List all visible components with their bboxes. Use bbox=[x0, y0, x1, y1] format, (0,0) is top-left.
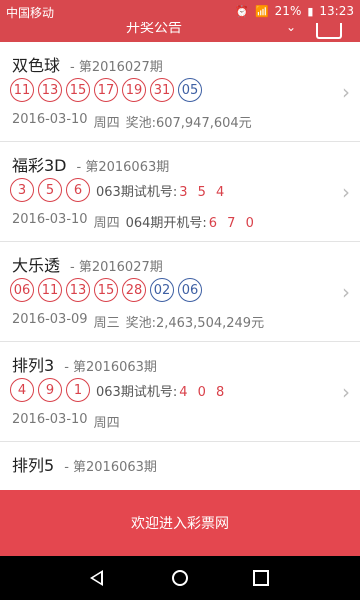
red-ball: 11 bbox=[38, 278, 62, 302]
lottery-card-pl3[interactable]: 排列3 - 第2016063期 4 9 1 063期试机号: 4 0 8 2016… bbox=[0, 342, 360, 442]
name-row: 福彩3D - 第2016063期 bbox=[12, 152, 169, 176]
chevron-right-icon: › bbox=[342, 180, 350, 204]
blue-ball: 02 bbox=[150, 278, 174, 302]
chevron-down-icon[interactable]: ⌄ bbox=[286, 20, 296, 34]
lottery-name: 双色球 bbox=[12, 56, 61, 75]
red-ball: 5 bbox=[38, 178, 62, 202]
blue-ball: 05 bbox=[178, 78, 202, 102]
lottery-issue: - 第2016063期 bbox=[76, 160, 170, 175]
name-row: 大乐透 - 第2016027期 bbox=[12, 252, 163, 276]
name-row: 双色球 - 第2016027期 bbox=[12, 52, 163, 76]
chevron-right-icon: › bbox=[342, 280, 350, 304]
trial-label: 063期试机号: bbox=[96, 384, 178, 400]
red-ball: 15 bbox=[66, 78, 90, 102]
red-ball: 9 bbox=[38, 378, 62, 402]
red-ball: 11 bbox=[10, 78, 34, 102]
meta-row: 2016-03-10 周四 bbox=[12, 412, 120, 431]
draw-date: 2016-03-10 bbox=[12, 112, 88, 127]
banner-text: 欢迎进入彩票网 bbox=[131, 516, 229, 532]
red-ball: 31 bbox=[150, 78, 174, 102]
lottery-name: 大乐透 bbox=[12, 256, 61, 275]
ball-row: 3 5 6 063期试机号: 3 5 4 bbox=[10, 178, 227, 202]
lottery-issue: - 第2016063期 bbox=[64, 360, 157, 375]
draw-weekday: 周四 bbox=[93, 216, 120, 231]
trial-info: 063期试机号: 3 5 4 bbox=[96, 181, 227, 200]
open-info: 064期开机号: 6 7 0 bbox=[126, 212, 257, 231]
red-ball: 13 bbox=[38, 78, 62, 102]
lottery-card-3d[interactable]: 福彩3D - 第2016063期 3 5 6 063期试机号: 3 5 4 201… bbox=[0, 142, 360, 242]
draw-weekday: 周四 bbox=[93, 416, 120, 431]
red-ball: 6 bbox=[66, 178, 90, 202]
status-bar: 中国移动 ⏰ 📶 21% ▮ 13:23 bbox=[0, 0, 360, 22]
status-right: ⏰ 📶 21% ▮ 13:23 bbox=[235, 4, 354, 18]
draw-date: 2016-03-10 bbox=[12, 212, 88, 227]
blue-ball: 06 bbox=[178, 278, 202, 302]
red-ball: 15 bbox=[94, 278, 118, 302]
chevron-right-icon: › bbox=[342, 380, 350, 404]
red-ball: 19 bbox=[122, 78, 146, 102]
welcome-banner[interactable]: 欢迎进入彩票网 bbox=[0, 490, 360, 556]
trial-info: 063期试机号: 4 0 8 bbox=[96, 381, 227, 400]
name-row: 排列5 - 第2016063期 bbox=[12, 452, 157, 476]
meta-row: 2016-03-10 周四 奖池:607,947,604元 bbox=[12, 112, 252, 131]
red-ball: 3 bbox=[10, 178, 34, 202]
name-row: 排列3 - 第2016063期 bbox=[12, 352, 157, 376]
chevron-right-icon: › bbox=[342, 80, 350, 104]
lottery-name: 排列3 bbox=[12, 356, 55, 375]
draw-weekday: 周三 bbox=[93, 316, 120, 331]
lottery-name: 排列5 bbox=[12, 456, 55, 475]
ball-row: 4 9 1 063期试机号: 4 0 8 bbox=[10, 378, 227, 402]
trial-numbers: 3 5 4 bbox=[179, 184, 228, 200]
trial-numbers: 4 0 8 bbox=[179, 384, 228, 400]
red-ball: 28 bbox=[122, 278, 146, 302]
carrier-label: 中国移动 bbox=[6, 6, 55, 20]
page-title: 开奖公告 bbox=[126, 22, 182, 36]
battery-icon: ▮ bbox=[307, 4, 314, 18]
lottery-issue: - 第2016027期 bbox=[70, 60, 163, 75]
prize-pool: 奖池:607,947,604元 bbox=[125, 116, 252, 131]
lottery-issue: - 第2016063期 bbox=[64, 460, 157, 475]
lottery-issue: - 第2016027期 bbox=[70, 260, 163, 275]
draw-date: 2016-03-10 bbox=[12, 412, 88, 427]
red-ball: 13 bbox=[66, 278, 90, 302]
meta-row: 2016-03-09 周三 奖池:2,463,504,249元 bbox=[12, 312, 264, 331]
prize-pool: 奖池:2,463,504,249元 bbox=[125, 316, 265, 331]
open-label: 064期开机号: bbox=[125, 216, 207, 231]
meta-row: 2016-03-10 周四 064期开机号: 6 7 0 bbox=[12, 212, 257, 231]
wifi-icon: 📶 bbox=[254, 4, 269, 18]
lottery-name: 福彩3D bbox=[12, 156, 67, 175]
lottery-card-ssq[interactable]: 双色球 - 第2016027期 11 13 15 17 19 31 05 201… bbox=[0, 42, 360, 142]
red-ball: 17 bbox=[94, 78, 118, 102]
trial-label: 063期试机号: bbox=[96, 184, 178, 200]
red-ball: 4 bbox=[10, 378, 34, 402]
lottery-list: 双色球 - 第2016027期 11 13 15 17 19 31 05 201… bbox=[0, 42, 360, 502]
battery-level: 21% bbox=[274, 4, 302, 18]
settings-icon[interactable] bbox=[316, 23, 342, 39]
lottery-card-dlt[interactable]: 大乐透 - 第2016027期 06 11 13 15 28 02 06 201… bbox=[0, 242, 360, 342]
top-nav: 开奖公告 ⌄ bbox=[0, 20, 360, 42]
open-numbers: 6 7 0 bbox=[208, 216, 257, 231]
red-ball: 06 bbox=[10, 278, 34, 302]
ball-row: 06 11 13 15 28 02 06 bbox=[10, 278, 206, 302]
recent-apps-icon[interactable] bbox=[253, 570, 269, 586]
draw-date: 2016-03-09 bbox=[12, 312, 88, 327]
alarm-icon: ⏰ bbox=[235, 4, 249, 18]
home-icon[interactable] bbox=[172, 570, 188, 586]
clock: 13:23 bbox=[319, 4, 354, 18]
red-ball: 1 bbox=[66, 378, 90, 402]
ball-row: 11 13 15 17 19 31 05 bbox=[10, 78, 206, 102]
system-nav-bar bbox=[0, 556, 360, 600]
back-icon[interactable] bbox=[90, 570, 103, 586]
draw-weekday: 周四 bbox=[93, 116, 120, 131]
